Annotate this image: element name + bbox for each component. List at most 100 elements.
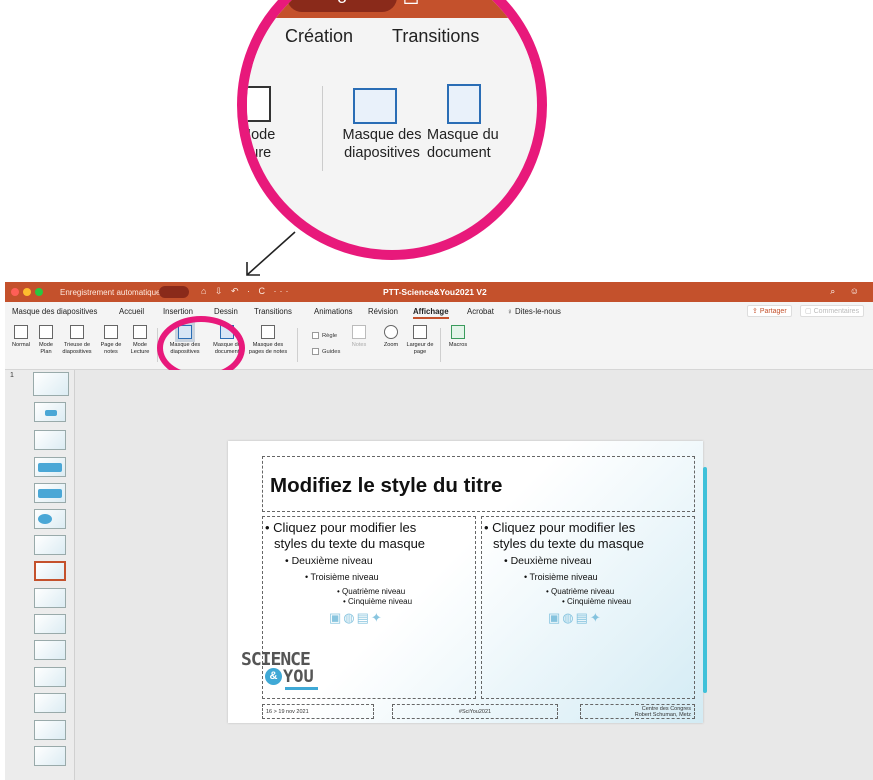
home-icon[interactable]: ⌂ [402, 0, 420, 12]
footer-tag: #SciYou2021 [458, 709, 492, 715]
tab-creation[interactable]: Création [285, 26, 353, 47]
footer-placeholder[interactable]: #SciYou2021 [392, 704, 558, 719]
layout-thumbnail[interactable] [34, 640, 66, 660]
search-icon[interactable]: ⌕ ☺ [830, 286, 865, 297]
zoom-callout: o ⌂ Création Transitions Modecture Masqu… [237, 0, 547, 260]
left-bullet-level1-cont: styles du texte du masque [274, 536, 426, 551]
zoom-titlebar: o ⌂ [247, 0, 537, 18]
layout-thumbnail[interactable] [34, 746, 66, 766]
layout-thumbnail[interactable] [34, 430, 66, 450]
share-button[interactable]: ⇪ Partager [747, 305, 792, 317]
comment-icon: ▢ [805, 308, 814, 315]
slide-number: 1 [10, 372, 14, 379]
reading-mode-icon[interactable] [247, 86, 271, 122]
footer-place: Centre des Congres Robert Schuman, Metz [634, 706, 691, 719]
layout-thumbnail[interactable] [34, 588, 66, 608]
outline-view-icon [39, 325, 53, 339]
tell-me-box[interactable]: ♀ Dites-le-nous [507, 307, 561, 316]
tab-acrobat[interactable]: Acrobat [467, 307, 494, 316]
notes-page-label: Page de notes [100, 342, 122, 355]
ribbon-affichage: Normal Mode Plan Trieuse de diapositives… [5, 320, 873, 370]
tab-accueil[interactable]: Accueil [119, 307, 144, 316]
title-placeholder[interactable]: Modifiez le style du titre [262, 456, 695, 512]
tab-affichage[interactable]: Affichage [413, 307, 449, 319]
share-icon: ⇪ [752, 308, 760, 315]
play-icon [451, 325, 465, 339]
tab-transitions[interactable]: Transitions [254, 307, 292, 316]
quick-access-icons[interactable]: ⌂ ⇩ ↶ · C ··· [201, 286, 292, 297]
zoom-label: Zoom [383, 342, 399, 348]
tab-transitions[interactable]: Transitions [392, 26, 479, 47]
tab-animations[interactable]: Animations [314, 307, 353, 316]
handout-master-icon[interactable] [447, 84, 481, 124]
ribbon-separator [297, 328, 298, 362]
right-bullet-level2: • Deuxième niveau [504, 555, 592, 567]
outline-view-button[interactable]: Mode Plan [35, 325, 57, 355]
slide-number-placeholder[interactable]: Centre des Congres Robert Schuman, Metz [580, 704, 695, 719]
normal-view-button[interactable]: Normal [10, 325, 32, 349]
autosave-label: Enregistrement automatique [60, 288, 161, 297]
notes-master-button[interactable]: Masque des pages de notes [248, 325, 288, 355]
ribbon-tabs: Masque des diapositives Accueil Insertio… [5, 302, 873, 320]
screenshot: o ⌂ Création Transitions Modecture Masqu… [0, 0, 873, 780]
date-placeholder[interactable]: 16 > 19 nov 2021 [262, 704, 374, 719]
zoom-autosave-toggle[interactable]: o [287, 0, 397, 12]
powerpoint-window: Enregistrement automatique ⌂ ⇩ ↶ · C ···… [5, 282, 873, 780]
reading-mode-label: Mode cture [239, 127, 276, 161]
close-window-button[interactable] [11, 288, 19, 296]
right-content-placeholder[interactable]: • Cliquez pour modifier les styles du te… [481, 516, 695, 699]
minimize-window-button[interactable] [23, 288, 31, 296]
tab-revision[interactable]: Révision [368, 307, 398, 316]
left-bullet-level4: • Quatrième niveau [337, 587, 406, 596]
macros-button[interactable]: Macros [445, 325, 471, 349]
layout-thumbnail[interactable] [34, 509, 66, 529]
layout-thumbnail[interactable] [34, 720, 66, 740]
tab-masque-diapositives[interactable]: Masque des diapositives [12, 307, 97, 316]
layout-thumbnail[interactable] [34, 457, 66, 477]
thumbnail-panel[interactable]: 1 [5, 370, 75, 780]
logo-ampersand: & [265, 668, 282, 685]
autosave-toggle[interactable] [159, 286, 189, 298]
comments-label: Commentaires [813, 308, 860, 315]
right-bullet-level5: • Cinquième niveau [562, 597, 632, 606]
layout-thumbnail[interactable] [34, 483, 66, 503]
slide-sorter-icon [70, 325, 84, 339]
fit-width-button[interactable]: Largeur de page [405, 325, 435, 355]
layout-thumbnail[interactable] [34, 667, 66, 687]
document-title: PTT-Science&You2021 V2 [383, 287, 487, 297]
logo-underline [285, 687, 318, 690]
slide[interactable]: Modifiez le style du titre • Cliquez pou… [228, 441, 707, 723]
layout-thumbnail[interactable] [34, 535, 66, 555]
ruler-label: Règle [322, 333, 338, 340]
left-bullet-level2: • Deuxième niveau [285, 555, 373, 567]
zoom-window-button[interactable] [35, 288, 43, 296]
layout-thumbnail[interactable] [34, 693, 66, 713]
guides-checkbox[interactable]: Guides [312, 348, 340, 355]
layout-thumbnail[interactable] [34, 402, 66, 422]
fit-width-icon [413, 325, 427, 339]
zoom-tabs: Création Transitions [247, 18, 537, 66]
callout-arrow-icon [246, 231, 296, 276]
slide-sorter-label: Trieuse de diapositives [62, 342, 92, 355]
notes-page-icon [104, 325, 118, 339]
zoom-button[interactable]: Zoom [380, 325, 402, 349]
ruler-checkbox[interactable]: Règle [312, 332, 337, 339]
layout-thumbnail[interactable] [34, 614, 66, 634]
insert-content-icons[interactable]: ▣◍▤✦ [329, 610, 384, 626]
insert-content-icons[interactable]: ▣◍▤✦ [548, 610, 603, 626]
notes-icon [352, 325, 366, 339]
reading-view-icon [133, 325, 147, 339]
notes-page-button[interactable]: Page de notes [98, 325, 124, 355]
zoom-separator [322, 86, 323, 171]
master-thumbnail[interactable] [33, 372, 69, 396]
slide-master-icon[interactable] [353, 88, 397, 124]
tab-insertion[interactable]: Insertion [163, 307, 193, 316]
reading-view-button[interactable]: Mode Lecture [127, 325, 153, 355]
comments-button[interactable]: ▢ Commentaires [800, 305, 865, 317]
layout-thumbnail-selected[interactable] [34, 561, 66, 581]
notes-button[interactable]: Notes [348, 325, 370, 349]
slide-sorter-button[interactable]: Trieuse de diapositives [60, 325, 94, 355]
reading-view-label: Mode Lecture [130, 342, 150, 355]
tab-dessin[interactable]: Dessin [214, 307, 238, 316]
thumb-shape [45, 410, 57, 416]
